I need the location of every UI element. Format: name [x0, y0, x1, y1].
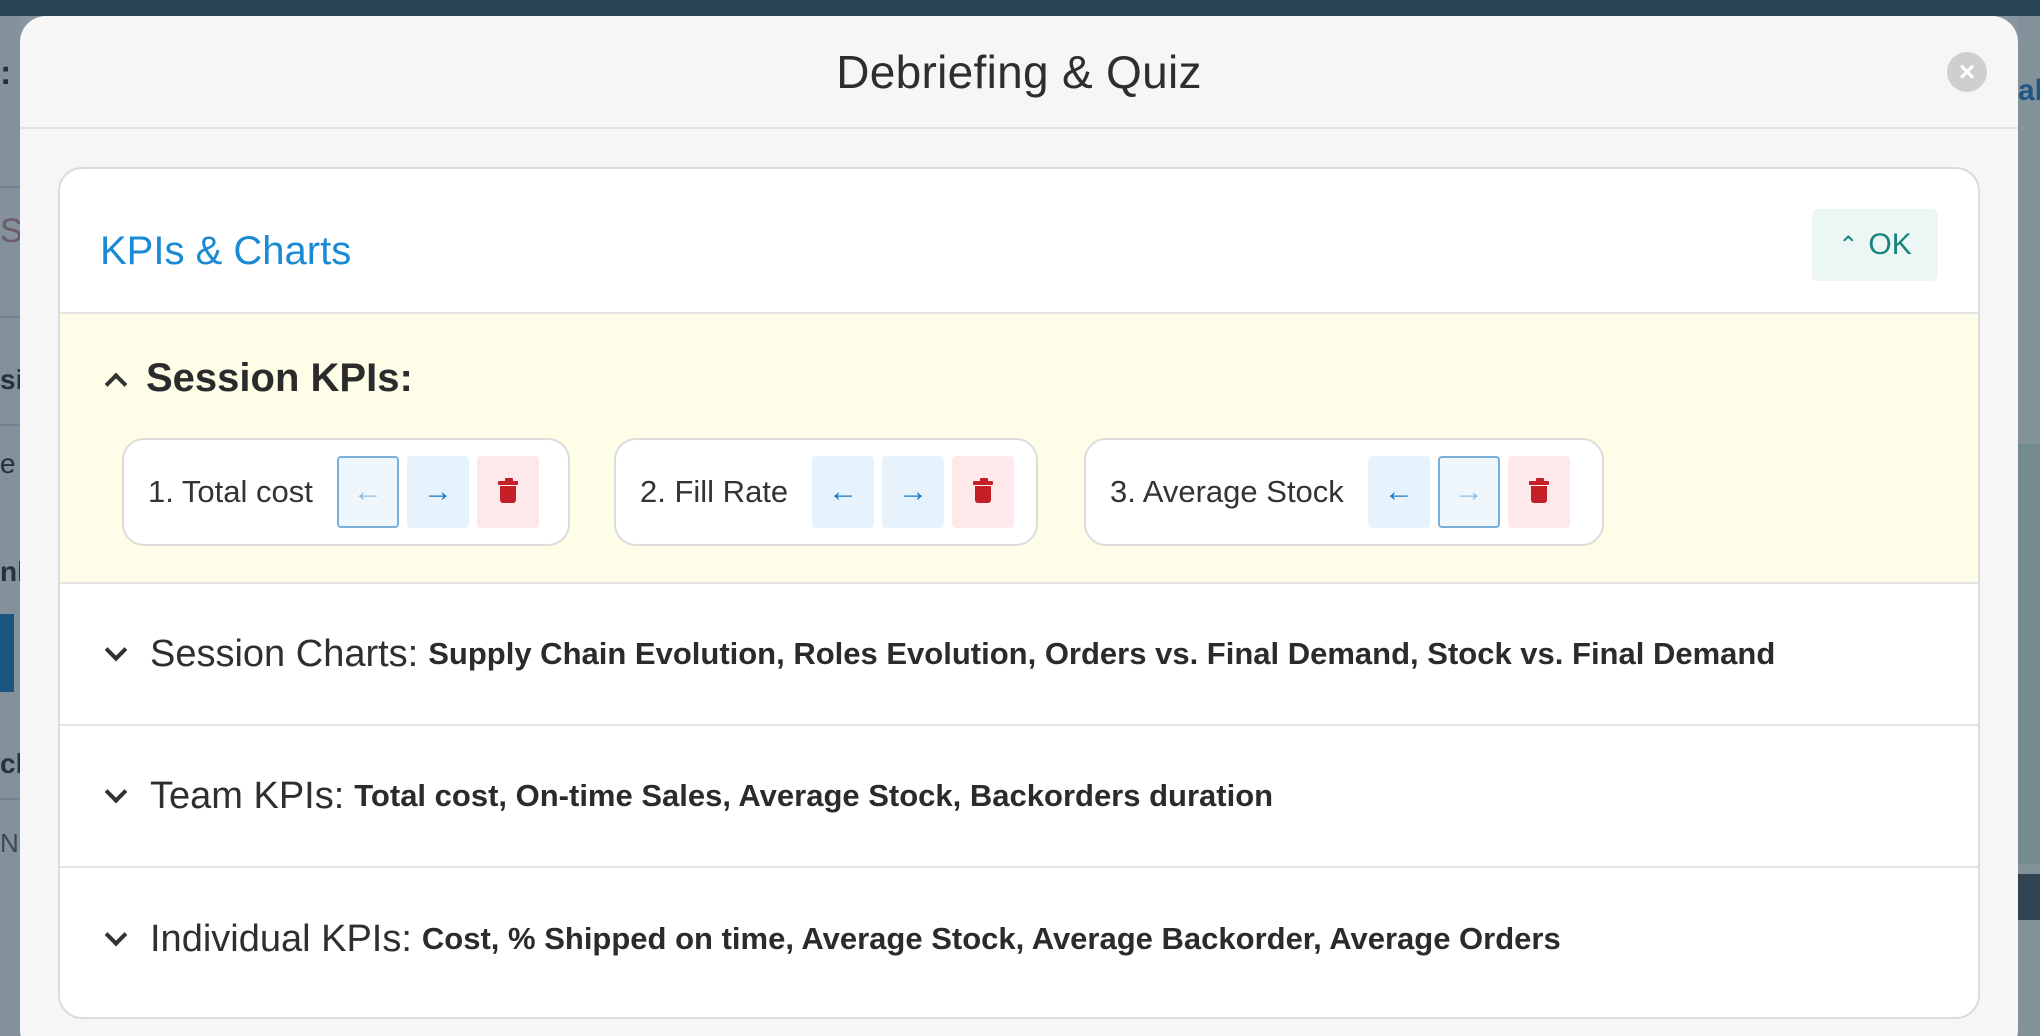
chevron-down-icon	[104, 638, 128, 662]
debriefing-modal: Debriefing & Quiz × KPIs & Charts ⌃ OK S…	[20, 16, 2018, 1036]
session-kpis-title: Session KPIs:	[146, 356, 413, 400]
section-values: Supply Chain Evolution, Roles Evolution,…	[428, 636, 1776, 671]
ok-button-label: OK	[1868, 228, 1912, 261]
arrow-right-icon: →	[1453, 475, 1484, 508]
trash-icon	[973, 478, 994, 503]
individual-kpis-row[interactable]: Individual KPIs: Cost, % Shipped on time…	[60, 868, 1978, 1010]
arrow-left-icon: ←	[352, 475, 383, 508]
card-header: KPIs & Charts ⌃ OK	[60, 169, 1978, 314]
arrow-right-icon: →	[898, 475, 929, 508]
close-icon[interactable]: ×	[1947, 52, 1987, 92]
card-title: KPIs & Charts	[100, 229, 352, 273]
move-left-button[interactable]: ←	[1367, 456, 1430, 528]
move-left-button[interactable]: ←	[336, 456, 399, 528]
modal-header: Debriefing & Quiz ×	[20, 16, 2018, 129]
chevron-up-icon	[104, 372, 128, 395]
session-kpis-section: Session KPIs: 1. Total cost ← → 2. Fill …	[60, 314, 1978, 584]
kpi-item-total-cost: 1. Total cost ← →	[122, 438, 570, 546]
move-right-button[interactable]: →	[882, 456, 945, 528]
delete-button[interactable]	[476, 456, 539, 528]
chevron-down-icon	[104, 780, 128, 804]
kpi-item-fill-rate: 2. Fill Rate ← →	[614, 438, 1038, 546]
move-right-button[interactable]: →	[1437, 456, 1500, 528]
section-label: Individual KPIs:	[150, 917, 412, 960]
ok-button[interactable]: ⌃ OK	[1812, 209, 1938, 281]
section-label: Team KPIs:	[150, 774, 345, 817]
kpi-item-label: 3. Average Stock	[1110, 474, 1344, 509]
trash-icon	[1528, 478, 1549, 503]
arrow-left-icon: ←	[828, 475, 859, 508]
move-right-button[interactable]: →	[406, 456, 469, 528]
kpis-charts-card: KPIs & Charts ⌃ OK Session KPIs: 1. Tota…	[58, 167, 1980, 1019]
session-charts-row[interactable]: Session Charts: Supply Chain Evolution, …	[60, 584, 1978, 726]
chevron-down-icon	[104, 923, 128, 947]
modal-title: Debriefing & Quiz	[836, 45, 1202, 98]
delete-button[interactable]	[1507, 456, 1570, 528]
kpi-item-label: 2. Fill Rate	[640, 474, 789, 509]
arrow-right-icon: →	[422, 475, 453, 508]
kpi-item-average-stock: 3. Average Stock ← →	[1084, 438, 1604, 546]
chevron-up-icon: ⌃	[1838, 231, 1859, 259]
delete-button[interactable]	[952, 456, 1014, 528]
section-label: Session Charts:	[150, 632, 419, 675]
section-values: Cost, % Shipped on time, Average Stock, …	[421, 921, 1561, 956]
move-left-button[interactable]: ←	[812, 456, 875, 528]
trash-icon	[497, 478, 518, 503]
kpi-item-label: 1. Total cost	[148, 474, 313, 509]
session-kpis-toggle[interactable]: Session KPIs:	[104, 356, 413, 401]
arrow-left-icon: ←	[1383, 475, 1414, 508]
section-values: Total cost, On-time Sales, Average Stock…	[354, 778, 1274, 813]
team-kpis-row[interactable]: Team KPIs: Total cost, On-time Sales, Av…	[60, 726, 1978, 868]
